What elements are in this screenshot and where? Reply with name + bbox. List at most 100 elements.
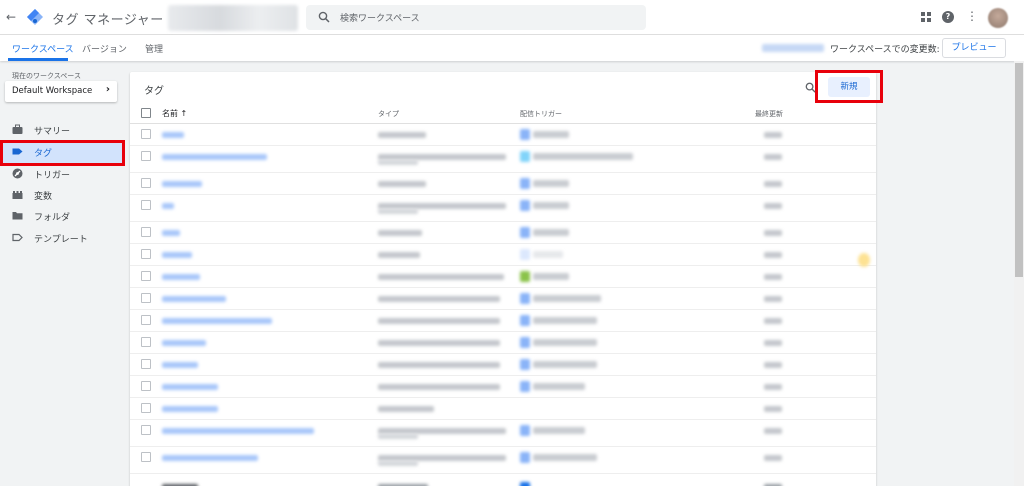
table-row[interactable] — [130, 447, 876, 474]
redacted-updated — [764, 406, 782, 412]
sidebar-item-folders[interactable]: フォルダ — [0, 205, 125, 227]
table-row[interactable] — [130, 332, 876, 354]
row-checkbox[interactable] — [141, 425, 151, 435]
redacted-tag-type — [378, 209, 418, 214]
template-icon — [12, 233, 23, 242]
row-checkbox[interactable] — [141, 151, 151, 161]
table-row[interactable] — [130, 244, 876, 266]
workspace-tabs-bar: ワークスペース バージョン 管理 ワークスペースでの変更数: 0 プレビュー — [0, 35, 1024, 61]
table-row[interactable] — [130, 420, 876, 447]
more-vert-icon[interactable]: ⋮ — [966, 10, 978, 22]
table-header: 名前 ↑ タイプ 配信トリガー 最終更新 — [130, 104, 876, 124]
redacted-updated — [764, 362, 782, 368]
table-row[interactable] — [130, 398, 876, 420]
account-selector[interactable] — [168, 5, 298, 31]
workspace-selector[interactable]: Default Workspace › — [5, 81, 117, 102]
tab-workspace[interactable]: ワークスペース — [12, 42, 74, 55]
redacted-trigger — [533, 153, 633, 160]
workspace-changes-link[interactable] — [762, 44, 824, 52]
table-row[interactable] — [130, 173, 876, 195]
scrollbar-thumb[interactable] — [1015, 63, 1023, 277]
current-workspace-label: 現在のワークスペース — [12, 72, 81, 80]
tag-manager-logo-icon[interactable] — [26, 8, 44, 26]
redacted-trigger — [533, 317, 597, 324]
apps-grid-icon[interactable] — [920, 11, 932, 23]
tab-admin[interactable]: 管理 — [145, 42, 163, 55]
trigger-chip-icon — [520, 482, 530, 486]
row-checkbox[interactable] — [141, 452, 151, 462]
redacted-tag-name[interactable] — [162, 252, 192, 258]
redacted-tag-type — [378, 252, 420, 258]
blocks-icon — [12, 191, 23, 199]
table-row[interactable] — [130, 266, 876, 288]
redacted-tag-name[interactable] — [162, 340, 206, 346]
trigger-chip-icon — [520, 381, 530, 392]
redacted-tag-name[interactable] — [162, 362, 198, 368]
sidebar-item-variables[interactable]: 変数 — [0, 184, 125, 206]
page-scrollbar[interactable] — [1014, 61, 1024, 486]
redacted-tag-name[interactable] — [162, 230, 180, 236]
table-row[interactable] — [130, 195, 876, 222]
workspace-name: Default Workspace — [12, 86, 93, 96]
row-checkbox[interactable] — [141, 200, 151, 210]
workspace-search[interactable]: 検索ワークスペース — [306, 5, 646, 30]
trigger-chip-icon — [520, 315, 530, 326]
tab-versions[interactable]: バージョン — [82, 42, 127, 55]
row-checkbox[interactable] — [141, 293, 151, 303]
preview-button[interactable]: プレビュー — [942, 38, 1006, 58]
sidebar-item-summary[interactable]: サマリー — [0, 119, 125, 141]
redacted-tag-name[interactable] — [162, 296, 226, 302]
redacted-tag-name[interactable] — [162, 318, 272, 324]
redacted-tag-name[interactable] — [162, 274, 200, 280]
avatar[interactable] — [988, 8, 1008, 28]
redacted-tag-type — [378, 274, 504, 280]
redacted-tag-name[interactable] — [162, 428, 314, 434]
redacted-tag-name[interactable] — [162, 406, 218, 412]
redacted-tag-name[interactable] — [162, 181, 202, 187]
trigger-chip-icon — [520, 227, 530, 238]
row-checkbox[interactable] — [141, 178, 151, 188]
briefcase-icon — [12, 124, 23, 134]
table-row[interactable] — [130, 288, 876, 310]
column-header-name[interactable]: 名前 ↑ — [162, 108, 187, 119]
select-all-checkbox[interactable] — [141, 108, 151, 118]
row-checkbox[interactable] — [141, 337, 151, 347]
back-arrow-icon[interactable]: ← — [4, 10, 18, 24]
column-header-updated[interactable]: 最終更新 — [755, 109, 783, 119]
row-checkbox[interactable] — [141, 249, 151, 259]
redacted-tag-name[interactable] — [162, 154, 267, 160]
row-checkbox[interactable] — [141, 359, 151, 369]
trigger-chip-icon — [520, 293, 530, 304]
sidebar-item-templates[interactable]: テンプレート — [0, 227, 125, 249]
redacted-updated — [764, 132, 782, 138]
redacted-trigger — [533, 229, 569, 236]
column-header-trigger[interactable]: 配信トリガー — [520, 109, 562, 119]
trigger-chip-icon — [520, 178, 530, 189]
table-row[interactable] — [130, 310, 876, 332]
redacted-updated — [764, 274, 782, 280]
table-row[interactable] — [130, 146, 876, 173]
row-checkbox[interactable] — [141, 271, 151, 281]
row-checkbox[interactable] — [141, 129, 151, 139]
table-row[interactable] — [130, 354, 876, 376]
trigger-chip-icon — [520, 249, 530, 260]
redacted-tag-name[interactable] — [162, 384, 218, 390]
sidebar-item-triggers[interactable]: トリガー — [0, 163, 125, 185]
row-checkbox[interactable] — [141, 227, 151, 237]
row-checkbox[interactable] — [141, 315, 151, 325]
redacted-trigger — [533, 383, 585, 390]
table-row[interactable] — [130, 222, 876, 244]
redacted-updated — [764, 318, 782, 324]
column-header-type[interactable]: タイプ — [378, 109, 399, 119]
row-checkbox[interactable] — [141, 381, 151, 391]
redacted-trigger — [533, 454, 597, 461]
redacted-trigger — [533, 273, 569, 280]
table-row[interactable] — [130, 124, 876, 146]
redacted-tag-name[interactable] — [162, 455, 258, 461]
redacted-tag-name[interactable] — [162, 132, 184, 138]
redacted-tag-name[interactable] — [162, 203, 174, 209]
row-checkbox[interactable] — [141, 403, 151, 413]
help-icon[interactable]: ? — [942, 11, 954, 23]
table-row[interactable] — [130, 376, 876, 398]
table-row[interactable] — [130, 474, 876, 486]
